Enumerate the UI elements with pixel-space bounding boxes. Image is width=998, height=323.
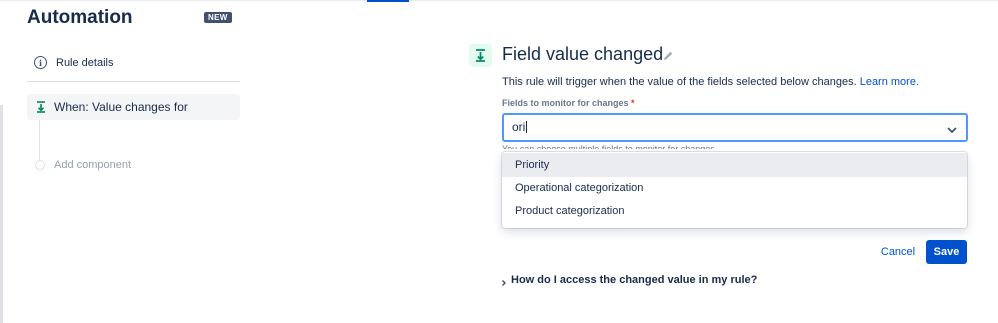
field-options-menu: Priority Operational categorization Prod… [502, 152, 967, 228]
panel-description: This rule will trigger when the value of… [502, 76, 919, 88]
save-button[interactable]: Save [926, 240, 967, 264]
required-marker: * [631, 98, 635, 108]
chevron-right-icon [500, 275, 508, 286]
timeline-dot [35, 160, 45, 170]
fields-to-monitor-label: Fields to monitor for changes * [502, 98, 635, 108]
sidebar-trigger-item[interactable]: When: Value changes for [27, 94, 240, 120]
rule-details-link[interactable]: i Rule details [34, 56, 113, 69]
panel-title: Field value changed [502, 44, 664, 64]
text-caret [526, 121, 528, 133]
learn-more-link[interactable]: Learn more. [860, 76, 919, 88]
faq-label: How do I access the changed value in my … [511, 274, 758, 286]
cancel-button[interactable]: Cancel [876, 241, 920, 263]
description-text: This rule will trigger when the value of… [502, 76, 857, 88]
sidebar-divider [27, 81, 240, 82]
window-edge [0, 105, 3, 323]
trigger-arrow-icon [34, 100, 47, 114]
helper-text: You can choose multiple fields to monito… [502, 144, 718, 149]
trigger-label: When: Value changes for [54, 100, 188, 114]
info-icon: i [34, 56, 47, 69]
fields-select-value[interactable]: ori [512, 120, 528, 134]
input-typed-text: ori [512, 120, 526, 134]
fields-select-input[interactable]: ori [502, 113, 968, 142]
field-label-text: Fields to monitor for changes [502, 98, 629, 108]
changed-value-faq-toggle[interactable]: How do I access the changed value in my … [500, 274, 757, 286]
pencil-icon[interactable] [662, 49, 674, 61]
option-priority[interactable]: Priority [502, 153, 967, 177]
chevron-down-icon[interactable] [946, 122, 958, 134]
option-label: Product categorization [515, 205, 625, 217]
option-label: Priority [515, 159, 550, 171]
timeline-connector [39, 120, 40, 160]
active-tab-indicator [367, 0, 409, 2]
app-title: Automation [27, 7, 133, 28]
new-badge: NEW [204, 12, 232, 23]
option-operational-categorization[interactable]: Operational categorization [502, 176, 967, 200]
option-product-categorization[interactable]: Product categorization [502, 199, 967, 223]
rule-details-label: Rule details [56, 56, 114, 69]
option-label: Operational categorization [515, 182, 644, 194]
field-trigger-icon [469, 44, 492, 67]
top-border [0, 0, 998, 1]
add-component-link[interactable]: Add component [54, 159, 131, 171]
